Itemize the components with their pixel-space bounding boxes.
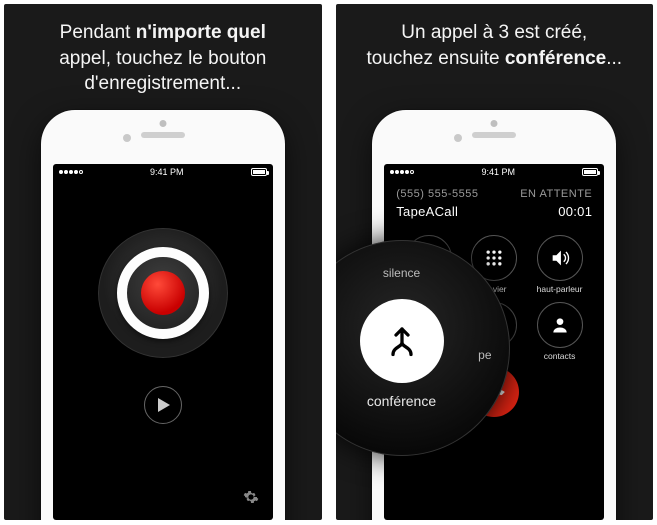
play-button[interactable] xyxy=(144,386,182,424)
call-number: (555) 555-5555 xyxy=(396,188,478,200)
phone-earpiece xyxy=(141,132,185,138)
status-right xyxy=(251,168,267,176)
phone-camera xyxy=(159,120,166,127)
text: ... xyxy=(606,48,622,69)
label: contacts xyxy=(544,351,576,361)
settings-button[interactable] xyxy=(243,489,259,510)
contacts-icon xyxy=(550,315,570,335)
speaker-icon xyxy=(549,247,571,269)
bold-text: n'importe quel xyxy=(136,22,266,43)
call-row-hold: (555) 555-5555 EN ATTENTE xyxy=(396,186,592,202)
bold-text: conférence xyxy=(505,48,606,69)
app-screen-record: 9:41 PM xyxy=(53,164,273,520)
status-time: 9:41 PM xyxy=(150,167,184,177)
text: touchez ensuite xyxy=(366,48,504,69)
merge-icon xyxy=(384,323,420,359)
call-info: (555) 555-5555 EN ATTENTE TapeACall 00:0… xyxy=(384,180,604,221)
text: d'enregistrement... xyxy=(84,73,241,94)
speaker-button[interactable]: haut-parleur xyxy=(531,235,588,294)
phone-frame: 9:41 PM xyxy=(41,110,285,520)
status-time: 9:41 PM xyxy=(481,167,515,177)
call-name: TapeACall xyxy=(396,204,458,219)
zoom-conference-label: conférence xyxy=(367,393,436,409)
contacts-button[interactable]: contacts xyxy=(531,302,588,361)
status-bar: 9:41 PM xyxy=(384,164,604,180)
signal-dots-icon xyxy=(390,170,414,174)
promo-panel-right: Un appel à 3 est créé, touchez ensuite c… xyxy=(336,4,654,520)
status-bar: 9:41 PM xyxy=(53,164,273,180)
call-status: EN ATTENTE xyxy=(520,188,592,200)
call-row-active: TapeACall 00:01 xyxy=(396,202,592,221)
battery-icon xyxy=(582,168,598,176)
record-area xyxy=(53,180,273,520)
promo-panel-left: Pendant n'importe quel appel, touchez le… xyxy=(4,4,322,520)
keypad-icon xyxy=(484,248,504,268)
phone-sensor xyxy=(454,134,462,142)
battery-icon xyxy=(251,168,267,176)
text: appel, touchez le bouton xyxy=(59,48,266,69)
record-core-icon xyxy=(141,271,185,315)
signal-dots-icon xyxy=(59,170,83,174)
record-ring xyxy=(117,247,209,339)
phone-earpiece xyxy=(472,132,516,138)
label: haut-parleur xyxy=(537,284,583,294)
play-icon xyxy=(158,398,170,412)
phone-sensor xyxy=(123,134,131,142)
headline-left: Pendant n'importe quel appel, touchez le… xyxy=(4,4,322,107)
call-duration: 00:01 xyxy=(558,204,592,219)
zoom-pe-label: pe xyxy=(478,348,491,362)
status-right xyxy=(582,168,598,176)
record-button[interactable] xyxy=(98,228,228,358)
headline-right: Un appel à 3 est créé, touchez ensuite c… xyxy=(336,4,654,81)
zoom-conference-button[interactable] xyxy=(360,299,444,383)
text: Pendant xyxy=(60,22,136,43)
text: Un appel à 3 est créé, xyxy=(401,22,587,43)
gear-icon xyxy=(243,489,259,505)
zoom-silence-label: silence xyxy=(383,266,420,280)
phone-camera xyxy=(491,120,498,127)
